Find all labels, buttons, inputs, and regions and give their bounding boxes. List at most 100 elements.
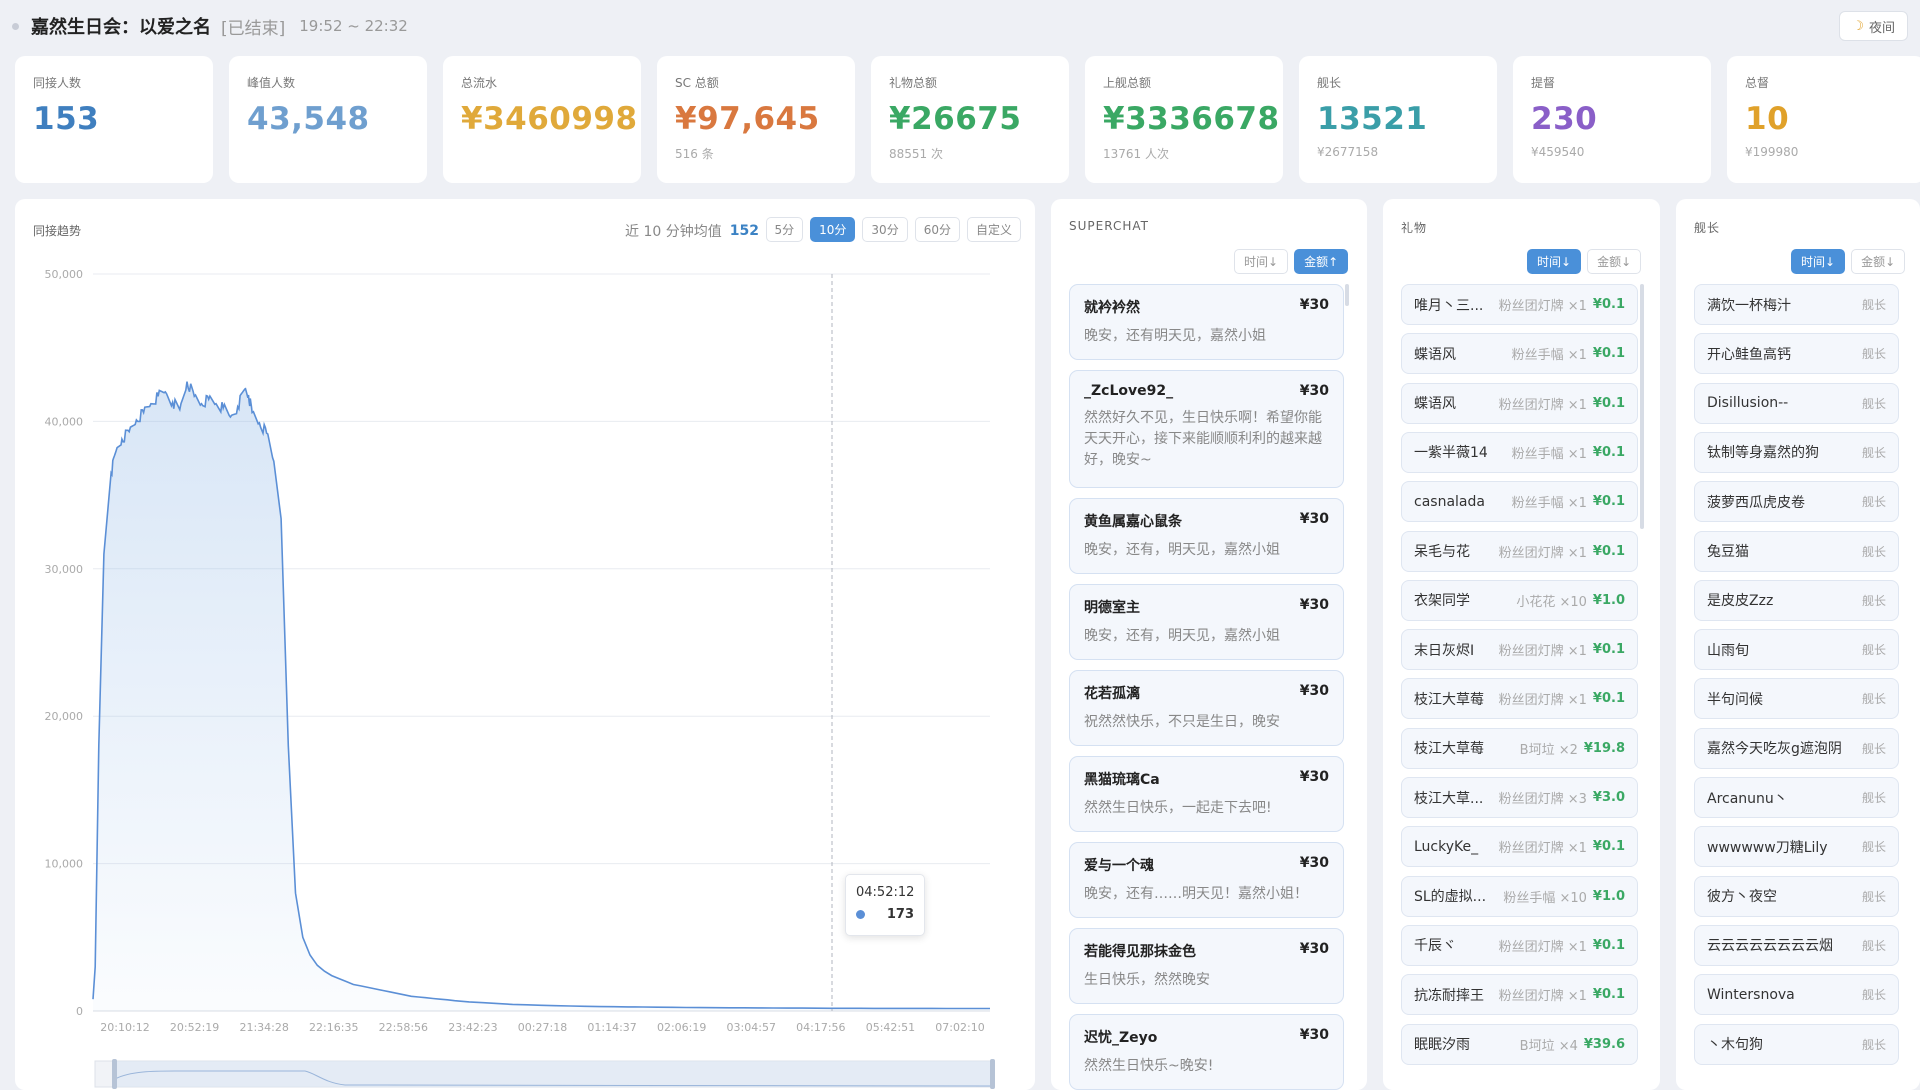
guard-tag: 舰长 (1861, 643, 1886, 658)
guard-tag: 舰长 (1861, 396, 1886, 411)
gift-row[interactable]: 衣架同学 小花花 ×10 ¥1.0 (1401, 579, 1638, 621)
sort-button[interactable]: 金额↑ (1294, 249, 1349, 274)
stat-sub: 88551 次 (889, 147, 943, 161)
gift-user: 千辰ヾ (1414, 938, 1456, 955)
guard-row[interactable]: 半句问候 舰长 (1694, 678, 1899, 720)
guard-user: 满饮一杯梅汁 (1707, 297, 1791, 314)
stat-sub: 516 条 (675, 147, 714, 161)
superchat-card[interactable]: _ZcLove92_ ¥30 然然好久不见，生日快乐啊！希望你能天天开心，接下来能顺… (1069, 370, 1344, 488)
superchat-amount: ¥30 (1299, 297, 1329, 313)
superchat-card[interactable]: 花若孤漓 ¥30 祝然然快乐，不只是生日，晚安 (1069, 670, 1344, 746)
superchat-user: 黑猫琉璃Ca (1084, 772, 1160, 788)
guard-user: 彼方丶夜空 (1707, 889, 1777, 906)
gift-user: SL的虚拟... (1414, 889, 1487, 906)
superchat-header: 爱与一个魂 ¥30 (1084, 855, 1329, 875)
guard-row[interactable]: 嘉然今天吃灰g遮泡阴 舰长 (1694, 727, 1899, 769)
gift-row[interactable]: SL的虚拟... 粉丝手幅 ×10 ¥1.0 (1401, 875, 1638, 917)
gift-row[interactable]: casnalada 粉丝手幅 ×1 ¥0.1 (1401, 481, 1638, 523)
superchat-amount: ¥30 (1299, 683, 1329, 699)
gift-sort: 时间↓ 金额↓ (1527, 249, 1642, 274)
gift-row[interactable]: 末日灰烬I 粉丝团灯牌 ×1 ¥0.1 (1401, 629, 1638, 671)
guard-row[interactable]: 丶木句狗 舰长 (1694, 1023, 1899, 1065)
superchat-card[interactable]: 明德室主 ¥30 晚安，还有，明天见，嘉然小姐 (1069, 584, 1344, 660)
sort-button[interactable]: 时间↓ (1234, 249, 1289, 274)
sort-button[interactable]: 金额↓ (1851, 249, 1906, 274)
gift-row[interactable]: 眠眠汐雨 B坷垃 ×4 ¥39.6 (1401, 1023, 1638, 1065)
trend-chart[interactable]: 0 10,000 20,000 30,000 40,000 50,000 20:10:12 2… (15, 199, 1035, 1090)
gift-row[interactable]: 抗冻耐摔王 粉丝团灯牌 ×1 ¥0.1 (1401, 974, 1638, 1016)
stat-value: 43,548 (247, 101, 370, 137)
guard-row[interactable]: Arcanunu丶 舰长 (1694, 777, 1899, 818)
guard-row[interactable]: 满饮一杯梅汁 舰长 (1694, 284, 1899, 325)
gift-row[interactable]: 千辰ヾ 粉丝团灯牌 ×1 ¥0.1 (1401, 924, 1638, 966)
sort-button[interactable]: 时间↓ (1791, 249, 1846, 274)
stat-value: 153 (33, 101, 100, 137)
superchat-card[interactable]: 黄鱼属嘉心鼠条 ¥30 晚安，还有，明天见，嘉然小姐 (1069, 498, 1344, 574)
guard-row[interactable]: 菠萝西瓜虎皮卷 舰长 (1694, 481, 1899, 523)
gift-scrollbar[interactable] (1640, 284, 1644, 529)
guard-row[interactable]: 钛制等身嘉然的狗 舰长 (1694, 431, 1899, 473)
sort-button[interactable]: 时间↓ (1527, 249, 1582, 274)
gift-row[interactable]: 蝶语风 粉丝团灯牌 ×1 ¥0.1 (1401, 382, 1638, 424)
stat-label: SC 总额 (675, 76, 719, 90)
night-mode-button[interactable]: ☽ 夜间 (1839, 11, 1908, 41)
x-tick-label: 20:10:12 (100, 1021, 149, 1034)
gift-row[interactable]: 呆毛与花 粉丝团灯牌 ×1 ¥0.1 (1401, 530, 1638, 572)
gift-row[interactable]: 枝江大草莓 B坷垃 ×2 ¥19.8 (1401, 727, 1638, 769)
y-tick-label: 30,000 (45, 563, 84, 576)
gift-row[interactable]: 枝江大草莓 粉丝团灯牌 ×1 ¥0.1 (1401, 678, 1638, 720)
gift-user: 枝江大草莓 (1414, 691, 1484, 708)
guard-user: 菠萝西瓜虎皮卷 (1707, 494, 1805, 511)
superchat-card[interactable]: 若能得见那抹金色 ¥30 生日快乐，然然晚安 (1069, 928, 1344, 1004)
gift-row[interactable]: 枝江大草... 粉丝团灯牌 ×3 ¥3.0 (1401, 777, 1638, 818)
superchat-message: 晚安，还有……明天见！嘉然小姐！ (1084, 886, 1308, 902)
superchat-amount: ¥30 (1299, 769, 1329, 785)
gift-user: 蝶语风 (1414, 346, 1456, 363)
guard-tag: 舰长 (1861, 298, 1886, 312)
superchat-card[interactable]: 黑猫琉璃Ca ¥30 然然生日快乐，一起走下去吧! (1069, 756, 1344, 832)
gift-row[interactable]: 一紫半薇14 粉丝手幅 ×1 ¥0.1 (1401, 431, 1638, 473)
stat-label: 同接人数 (33, 76, 82, 90)
chart-tooltip: 04:52:12 173 (845, 874, 925, 936)
gift-panel: 礼物 时间↓ 金额↓ 唯月丶三... 粉丝团灯牌 ×1 ¥0.1 蝶语风 粉丝手幅 ×1 ¥… (1383, 199, 1660, 1090)
gift-user: 枝江大草莓 (1414, 741, 1484, 758)
superchat-amount: ¥30 (1299, 511, 1329, 527)
superchat-header: 黄鱼属嘉心鼠条 ¥30 (1084, 511, 1329, 531)
guard-row[interactable]: 山雨旬 舰长 (1694, 629, 1899, 671)
zoom-window[interactable] (115, 1061, 992, 1087)
zoom-handle-right[interactable] (990, 1059, 995, 1089)
gift-row[interactable]: 唯月丶三... 粉丝团灯牌 ×1 ¥0.1 (1401, 284, 1638, 325)
time-range: 19:52 ~ 22:32 (299, 17, 408, 35)
guard-row[interactable]: 开心鲑鱼高钙 舰长 (1694, 333, 1899, 375)
superchat-card[interactable]: 爱与一个魂 ¥30 晚安，还有……明天见！嘉然小姐！ (1069, 842, 1344, 918)
x-tick-label: 20:52:19 (170, 1021, 219, 1034)
gift-item: 粉丝团灯牌 ×1 (1498, 939, 1587, 955)
trend-panel: 同接趋势 近 10 分钟均值 152 5分 10分 30分 60分 自定义 0 10,00… (15, 199, 1035, 1090)
tooltip-series-dot (856, 910, 865, 919)
gift-row[interactable]: 蝶语风 粉丝手幅 ×1 ¥0.1 (1401, 333, 1638, 375)
superchat-card[interactable]: 迟忧_Zeyo ¥30 然然生日快乐~晚安! (1069, 1014, 1344, 1090)
guard-row[interactable]: 是皮皮Zzz 舰长 (1694, 579, 1899, 621)
guard-user: 丶木句狗 (1707, 1037, 1763, 1053)
gift-item: B坷垃 ×4 (1519, 1038, 1578, 1054)
guard-user: 开心鲑鱼高钙 (1707, 346, 1791, 363)
guard-user: 山雨旬 (1707, 642, 1749, 659)
guard-row[interactable]: 彼方丶夜空 舰长 (1694, 875, 1899, 917)
guard-row[interactable]: Wintersnova 舰长 (1694, 974, 1899, 1016)
gift-row[interactable]: LuckyKe_ 粉丝团灯牌 ×1 ¥0.1 (1401, 826, 1638, 868)
guard-row[interactable]: 兔豆猫 舰长 (1694, 530, 1899, 572)
superchat-card[interactable]: 就衿衿然 ¥30 晚安，还有明天见，嘉然小姐 (1069, 284, 1344, 360)
guard-tag: 舰长 (1861, 593, 1886, 608)
guard-row[interactable]: Disillusion-- 舰长 (1694, 382, 1899, 424)
stat-sub: ¥199980 (1745, 145, 1799, 159)
y-tick-label: 0 (76, 1005, 83, 1018)
guard-row[interactable]: 云云云云云云云云烟 舰长 (1694, 924, 1899, 966)
sort-button[interactable]: 金额↓ (1587, 249, 1642, 274)
zoom-handle-left[interactable] (112, 1059, 117, 1089)
superchat-scrollbar[interactable] (1345, 284, 1349, 306)
night-mode-label: 夜间 (1868, 20, 1895, 36)
stat-card: 礼物总额 ¥26675 88551 次 (871, 56, 1069, 183)
guard-row[interactable]: wwwwww刀糖Lily 舰长 (1694, 826, 1899, 868)
stat-card: 总流水 ¥3460998 (443, 56, 641, 183)
tooltip-value: 173 (886, 907, 914, 922)
